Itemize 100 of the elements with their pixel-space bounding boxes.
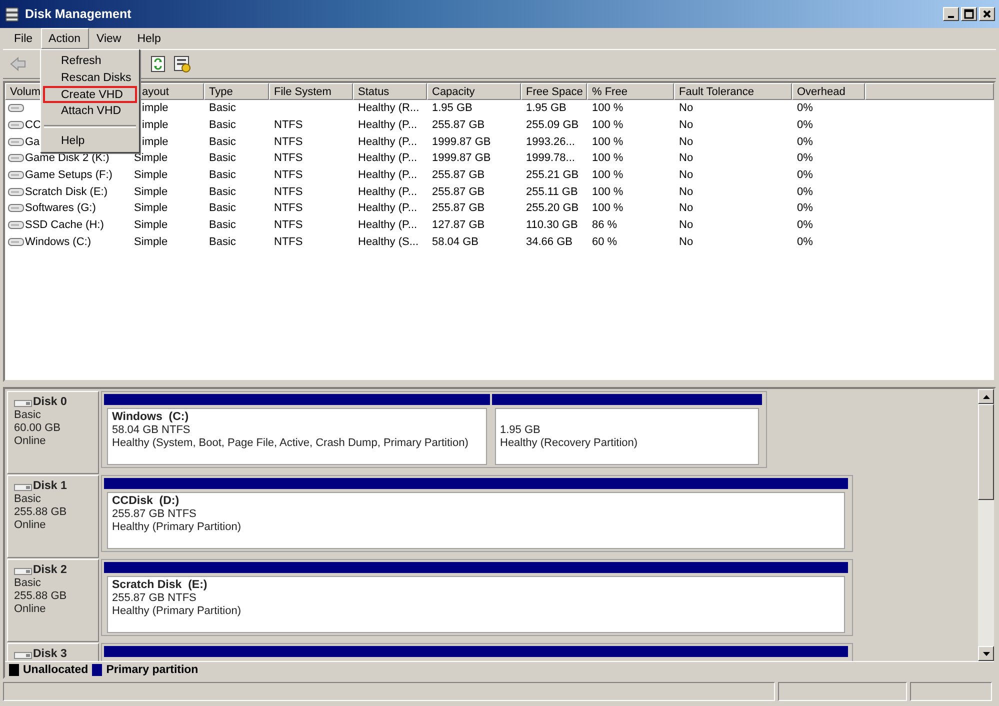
- menu-item[interactable]: View: [88, 28, 130, 49]
- disk-status: Online: [14, 435, 47, 448]
- table-cell: NTFS: [274, 186, 303, 198]
- partition-box[interactable]: CCDisk (D:) 255.87 GB NTFS Healthy (Primary Partition): [107, 492, 845, 549]
- table-cell: 0%: [797, 136, 813, 148]
- partition-box[interactable]: Windows (C:) 58.04 GB NTFS Healthy (System, Boot, Page File, Active, Crash Dump, Primary Partition): [107, 408, 487, 465]
- column-header[interactable]: Free Space: [521, 83, 587, 100]
- scroll-up-icon: [982, 394, 990, 398]
- column-header[interactable]: Overhead: [792, 83, 865, 100]
- menu-option[interactable]: Help: [43, 132, 137, 150]
- menu-option[interactable]: Create VHD: [43, 86, 137, 104]
- properties-icon[interactable]: [173, 55, 191, 73]
- table-cell: Simple: [134, 186, 168, 198]
- legend-label: Unallocated: [23, 664, 88, 676]
- table-cell: 255.87 GB: [432, 202, 485, 214]
- table-cell: 0%: [797, 219, 813, 232]
- table-cell: No: [679, 186, 694, 198]
- table-cell: Simple: [134, 152, 168, 164]
- partition-box[interactable]: 1.95 GB Healthy (Recovery Partition): [495, 408, 759, 465]
- disk-status: Online: [14, 519, 47, 532]
- table-cell: Simple: [134, 169, 168, 182]
- table-cell: 0%: [797, 169, 813, 182]
- partition-status: Healthy (Recovery Partition): [500, 437, 639, 450]
- close-button[interactable]: [979, 7, 995, 21]
- table-cell: Basic: [209, 219, 236, 232]
- column-header[interactable]: File System: [269, 83, 353, 100]
- partition-box[interactable]: Scratch Disk (E:) 255.87 GB NTFS Healthy (Primary Partition): [107, 576, 845, 633]
- disk-name: Disk 1: [33, 480, 67, 493]
- table-cell: Ga: [25, 136, 40, 148]
- drive-icon: [8, 236, 24, 247]
- table-cell: 100 %: [592, 152, 624, 164]
- partition-label: CCDisk (D:): [112, 495, 180, 508]
- partition-status: Healthy (Primary Partition): [112, 605, 242, 618]
- menu-item[interactable]: Help: [129, 28, 169, 49]
- table-cell: NTFS: [274, 136, 303, 148]
- table-cell: Basic: [209, 119, 236, 132]
- table-cell: 0%: [797, 102, 813, 114]
- menu-item[interactable]: File: [6, 28, 41, 49]
- disk-size: 255.88 GB: [14, 506, 68, 519]
- menu-item[interactable]: Action: [40, 28, 88, 49]
- maximize-icon: [964, 9, 974, 19]
- disk-name: Disk 2: [33, 564, 67, 577]
- column-header[interactable]: % Free: [587, 83, 674, 100]
- table-cell: No: [679, 152, 694, 164]
- column-header[interactable]: Status: [353, 83, 427, 100]
- partition-label: Windows (C:): [112, 411, 190, 424]
- table-cell: 255.09 GB: [526, 119, 579, 132]
- table-cell: 34.66 GB: [526, 236, 572, 248]
- table-cell: NTFS: [274, 152, 303, 164]
- scroll-down-icon: [982, 652, 990, 656]
- table-cell: Basic: [209, 136, 236, 148]
- table-cell: Healthy (P...: [358, 186, 418, 198]
- table-cell: 127.87 GB: [432, 219, 485, 232]
- drive-icon: [8, 203, 24, 214]
- table-cell: Healthy (P...: [358, 152, 418, 164]
- table-cell: Basic: [209, 202, 236, 214]
- table-cell: 0%: [797, 119, 813, 132]
- minimize-button[interactable]: [943, 7, 959, 21]
- table-cell: Scratch Disk (E:): [25, 186, 108, 198]
- column-header[interactable]: Capacity: [427, 83, 521, 100]
- disk-name: Disk 0: [33, 396, 67, 409]
- column-header[interactable]: Type: [204, 83, 269, 100]
- table-cell: No: [679, 236, 694, 248]
- refresh-icon[interactable]: [150, 55, 166, 73]
- table-cell: 1.95 GB: [432, 102, 472, 114]
- partition-size: 58.04 GB NTFS: [112, 424, 192, 437]
- table-cell: NTFS: [274, 119, 303, 132]
- table-cell: CC: [25, 119, 41, 132]
- maximize-button[interactable]: [961, 7, 977, 21]
- column-header[interactable]: Fault Tolerance: [674, 83, 792, 100]
- partition-size: 1.95 GB: [500, 424, 542, 437]
- table-cell: 100 %: [592, 136, 624, 148]
- table-cell: Healthy (P...: [358, 136, 418, 148]
- table-cell: 0%: [797, 202, 813, 214]
- minimize-icon: [948, 16, 954, 18]
- table-cell: Healthy (P...: [358, 219, 418, 232]
- table-cell: No: [679, 202, 694, 214]
- table-cell: Basic: [209, 169, 236, 182]
- table-cell: 100 %: [592, 119, 624, 132]
- table-cell: 100 %: [592, 202, 624, 214]
- table-cell: 1993.26...: [526, 136, 575, 148]
- table-cell: SSD Cache (H:): [25, 219, 104, 232]
- table-cell: 255.20 GB: [526, 202, 579, 214]
- table-cell: imple: [142, 119, 168, 132]
- table-cell: NTFS: [274, 236, 303, 248]
- table-cell: Basic: [209, 102, 236, 114]
- drive-icon: [8, 170, 24, 180]
- table-cell: 255.87 GB: [432, 169, 485, 182]
- table-cell: 1999.78...: [526, 152, 575, 164]
- drive-icon: [8, 220, 24, 230]
- menu-option[interactable]: Attach VHD: [43, 103, 137, 120]
- disk-size: 255.88 GB: [14, 590, 68, 603]
- drive-icon: [8, 120, 24, 130]
- scrollbar[interactable]: [978, 389, 994, 661]
- table-cell: 58.04 GB: [432, 236, 478, 248]
- table-cell: 110.30 GB: [526, 219, 578, 232]
- partition-status: Healthy (System, Boot, Page File, Active, Crash Dump, Primary Partition): [112, 437, 470, 450]
- table-cell: No: [679, 102, 694, 114]
- menu-option[interactable]: Refresh: [43, 53, 137, 70]
- table-cell: 255.87 GB: [432, 186, 485, 198]
